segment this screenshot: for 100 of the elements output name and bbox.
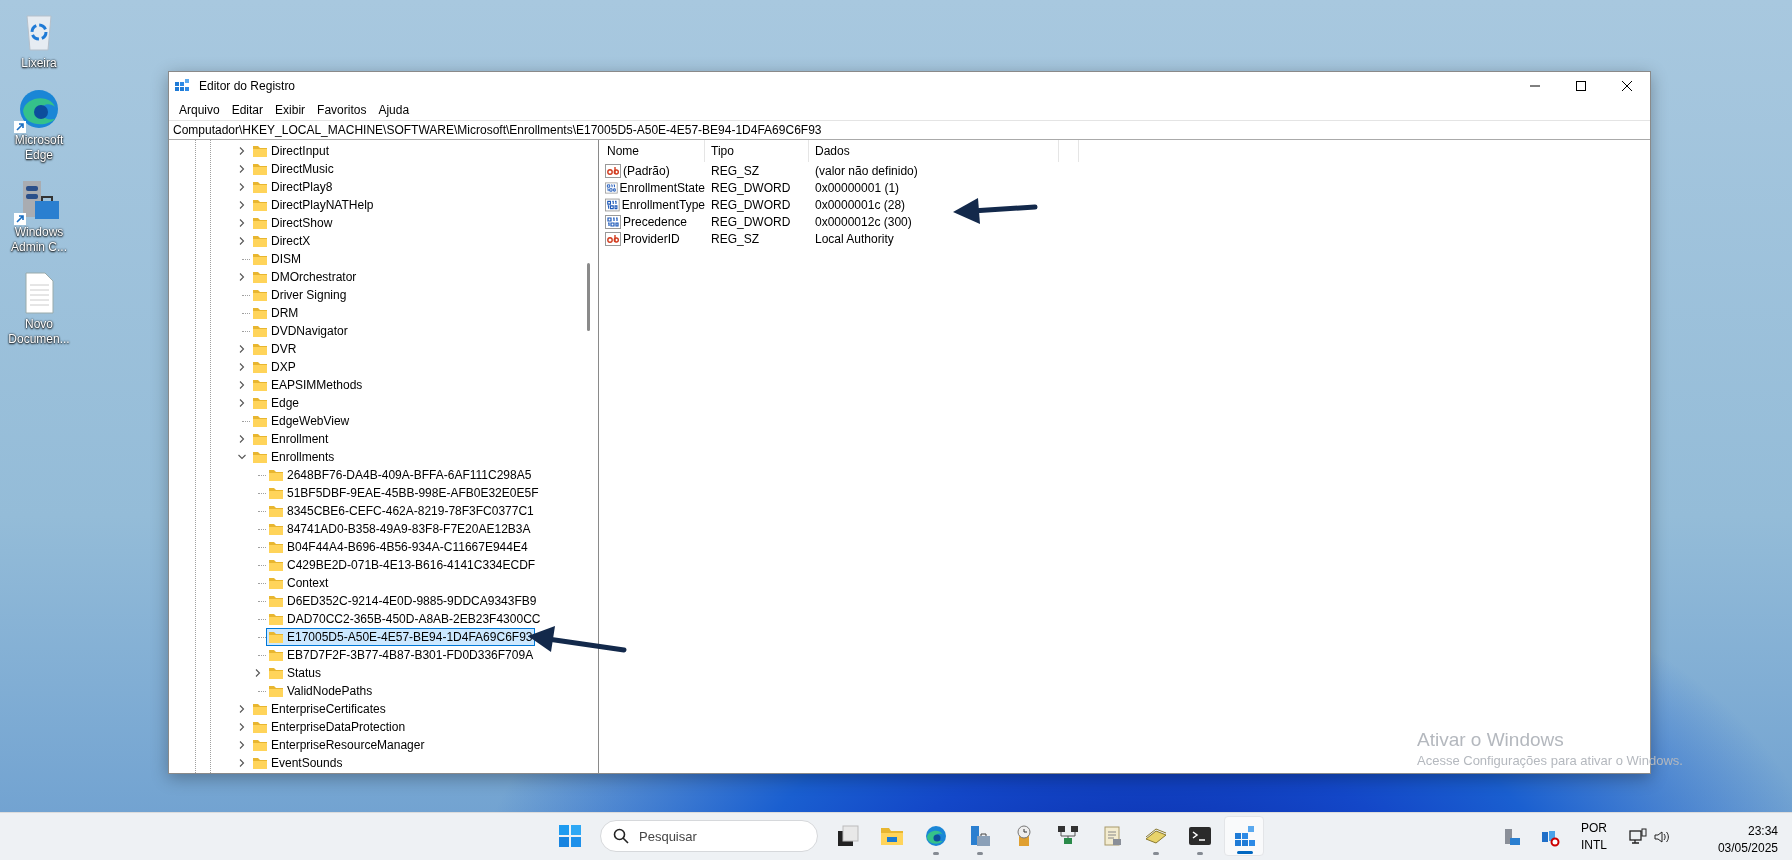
tree-item[interactable]: DVDNavigator (250, 322, 351, 340)
folder-icon (252, 359, 268, 375)
expand-chevron-icon[interactable] (238, 381, 246, 389)
column-header[interactable]: Tipo (705, 140, 809, 162)
tree-item[interactable]: Enrollment (250, 430, 332, 448)
tree-item[interactable]: Edge (250, 394, 303, 412)
expand-chevron-icon[interactable] (238, 219, 246, 227)
tree-item[interactable]: DISM (250, 250, 304, 268)
folder-icon (252, 215, 268, 231)
task-view-icon (836, 824, 860, 848)
folder-icon (252, 197, 268, 213)
tree-item[interactable]: Driver Signing (250, 286, 350, 304)
value-data: (valor não definido) (814, 162, 918, 180)
menu-item[interactable]: Exibir (269, 101, 312, 119)
folder-icon (252, 251, 268, 267)
value-name[interactable]: Precedence (601, 212, 705, 231)
expand-chevron-icon[interactable] (238, 435, 246, 443)
collapse-chevron-icon[interactable] (238, 453, 246, 461)
value-type: REG_DWORD (710, 196, 792, 214)
folder-icon (252, 755, 268, 771)
binary-value-icon (605, 213, 621, 230)
tree-item[interactable]: Status (266, 664, 325, 682)
menu-item[interactable]: Favoritos (311, 101, 373, 119)
close-icon (1622, 81, 1632, 91)
expand-chevron-icon[interactable] (254, 669, 262, 677)
tree-item[interactable]: EnterpriseCertificates (250, 700, 389, 718)
folder-icon (268, 503, 284, 519)
address-bar[interactable]: Computador\HKEY_LOCAL_MACHINE\SOFTWARE\Microsoft\Enrollments\E17005D5-A50E-4E57-BE94-1D4FA69C6F93 (169, 120, 1650, 140)
folder-icon (268, 629, 284, 645)
value-name[interactable]: EnrollmentState (601, 178, 705, 197)
value-name[interactable]: (Padrão) (601, 161, 705, 180)
menu-item[interactable]: Editar (225, 101, 270, 119)
network-icon (1629, 828, 1647, 846)
tree-item[interactable]: EAPSIMMethods (250, 376, 366, 394)
expand-chevron-icon[interactable] (238, 705, 246, 713)
expand-chevron-icon[interactable] (238, 741, 246, 749)
folder-icon (268, 593, 284, 609)
tree-item[interactable]: ValidNodePaths (266, 682, 376, 700)
terminal-icon (1188, 824, 1212, 848)
tree-item[interactable]: E17005D5-A50E-4E57-BE94-1D4FA69C6F93 (266, 628, 536, 646)
expand-chevron-icon[interactable] (238, 183, 246, 191)
tree-item[interactable]: EdgeWebView (250, 412, 353, 430)
tree-item[interactable]: EventSounds (250, 754, 346, 772)
tree-item[interactable]: DirectMusic (250, 160, 337, 178)
tree-item[interactable]: 2648BF76-DA4B-409A-BFFA-6AF111C298A5 (266, 466, 535, 484)
tree-item[interactable]: EB7D7F2F-3B77-4B87-B301-FD0D336F709A (266, 646, 537, 664)
value-data: 0x00000001 (1) (814, 179, 900, 197)
tree-item[interactable]: DRM (250, 304, 302, 322)
expand-chevron-icon[interactable] (238, 723, 246, 731)
folder-icon (252, 431, 268, 447)
value-data: Local Authority (814, 230, 894, 248)
tree-item[interactable]: D6ED352C-9214-4E0D-9885-9DDCA9343FB9 (266, 592, 540, 610)
tree-item[interactable]: Enrollments (250, 448, 338, 466)
expand-chevron-icon[interactable] (238, 345, 246, 353)
tree-item[interactable]: DXP (250, 358, 299, 376)
tree-item[interactable]: 51BF5DBF-9EAE-45BB-998E-AFB0E32E0E5F (266, 484, 542, 502)
tree-item[interactable]: DMOrchestrator (250, 268, 360, 286)
menu-item[interactable]: Ajuda (372, 101, 416, 119)
clock-date[interactable]: 23:34 03/05/2025 (1704, 817, 1778, 857)
folder-icon (268, 485, 284, 501)
expand-chevron-icon[interactable] (238, 273, 246, 281)
value-name[interactable]: EnrollmentType (601, 195, 705, 214)
tree-item[interactable]: DirectX (250, 232, 314, 250)
value-name[interactable]: ProviderID (601, 229, 705, 248)
tree-item[interactable]: Context (266, 574, 332, 592)
column-header[interactable]: Dados (809, 140, 1059, 162)
folder-icon (268, 611, 284, 627)
column-header[interactable]: Nome (601, 140, 705, 162)
folder-icon (252, 377, 268, 393)
expand-chevron-icon[interactable] (238, 363, 246, 371)
search-field[interactable]: Pesquisar (600, 820, 818, 852)
binary-value-icon (605, 196, 620, 213)
tree-item[interactable]: DAD70CC2-365B-450D-A8AB-2EB23F4300CC (266, 610, 544, 628)
folder-icon (252, 323, 268, 339)
language-indicator[interactable]: POR INTL (1574, 817, 1614, 857)
folder-icon (252, 305, 268, 321)
tree-item[interactable]: DVR (250, 340, 300, 358)
binary-value-icon (605, 179, 618, 196)
folder-icon (268, 665, 284, 681)
expand-chevron-icon[interactable] (238, 165, 246, 173)
tree-item[interactable]: B04F44A4-B696-4B56-934A-C11667E944E4 (266, 538, 531, 556)
tree-item[interactable]: DirectPlayNATHelp (250, 196, 377, 214)
expand-chevron-icon[interactable] (238, 237, 246, 245)
tree-item[interactable]: C429BE2D-071B-4E13-B616-4141C334ECDF (266, 556, 539, 574)
tree-item[interactable]: DirectPlay8 (250, 178, 336, 196)
tree-item[interactable]: 8345CBE6-CEFC-462A-8219-78F3FC0377C1 (266, 502, 537, 520)
folder-icon (252, 143, 268, 159)
tree-item[interactable]: DirectInput (250, 142, 333, 160)
tree-item[interactable]: DirectShow (250, 214, 336, 232)
tree-item[interactable]: 84741AD0-B358-49A9-83F8-F7E20AE12B3A (266, 520, 534, 538)
maximize-icon (1576, 81, 1586, 91)
registry-icon (175, 78, 191, 94)
expand-chevron-icon[interactable] (238, 147, 246, 155)
scrollbar-thumb[interactable] (587, 263, 590, 331)
menu-item[interactable]: Arquivo (173, 101, 226, 119)
expand-chevron-icon[interactable] (238, 399, 246, 407)
tree-item[interactable]: EnterpriseResourceManager (250, 736, 428, 754)
expand-chevron-icon[interactable] (238, 759, 246, 767)
tree-item[interactable]: EnterpriseDataProtection (250, 718, 409, 736)
expand-chevron-icon[interactable] (238, 201, 246, 209)
